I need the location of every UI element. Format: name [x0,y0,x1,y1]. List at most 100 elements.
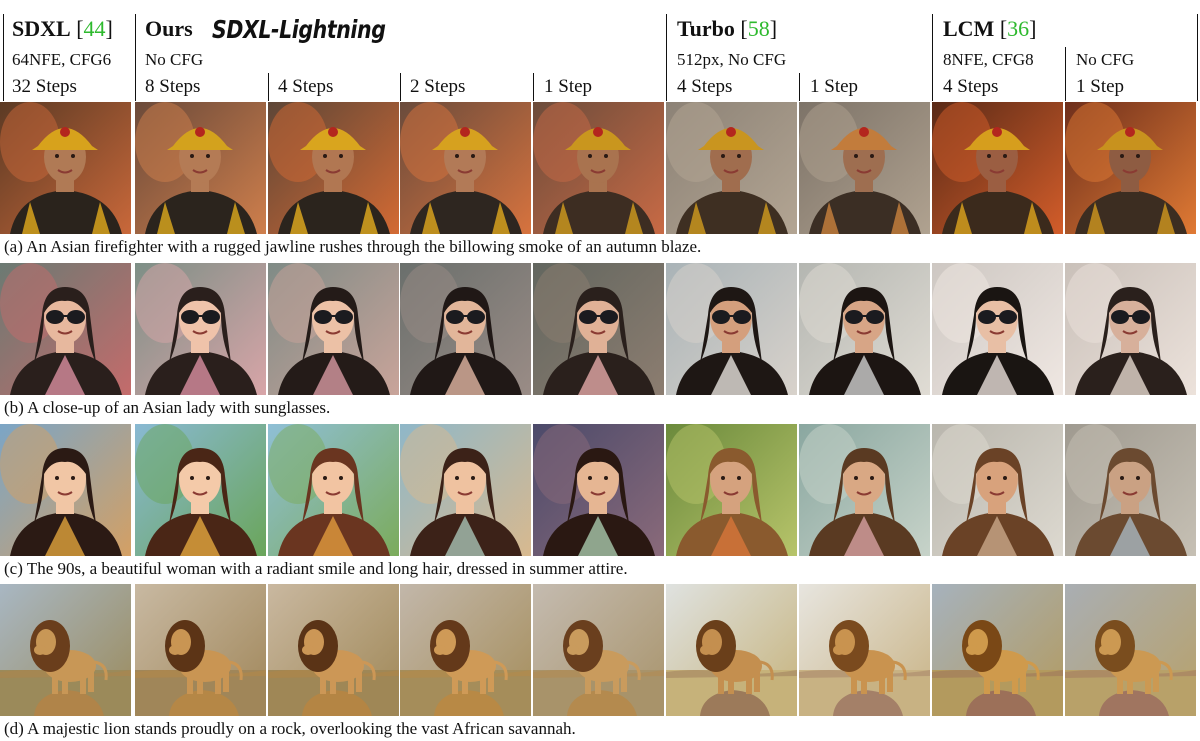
row-caption-b: (b) A close-up of an Asian lady with sun… [4,398,331,417]
step-divider [268,73,270,101]
firefighter-image [268,102,399,234]
lion-image [0,584,131,716]
column-divider [666,14,668,101]
lady-sunglasses-image [0,263,131,395]
lady-sunglasses-image [932,263,1063,395]
column-divider [1197,14,1199,101]
turbo-setting: 512px, No CFG [677,50,787,69]
generated-image [533,424,664,556]
lion-image [666,584,797,716]
generated-image [0,584,131,716]
firefighter-image [533,102,664,234]
lcm-setting-nocfg: No CFG [1076,50,1135,69]
sdxl-citation: 44 [83,16,106,41]
step-divider [400,73,402,101]
lady-sunglasses-image [135,263,266,395]
lcm-citation: 36 [1007,16,1030,41]
generated-image [135,263,266,395]
generated-image [533,263,664,395]
generated-image [533,584,664,716]
row-caption-a: (a) An Asian firefighter with a rugged j… [4,237,702,256]
lcm-steps-4: 4 Steps [943,76,999,97]
ours-steps-4: 4 Steps [278,76,334,97]
woman-90s-image [268,424,399,556]
firefighter-image [932,102,1063,234]
lcm-method-label: LCM [36] [943,16,1037,41]
woman-90s-image [400,424,531,556]
turbo-method-label: Turbo [58] [677,16,778,41]
woman-90s-image [1065,424,1196,556]
column-divider [3,14,5,101]
woman-90s-image [799,424,930,556]
turbo-citation: 58 [747,16,770,41]
woman-90s-image [533,424,664,556]
generated-image [1065,424,1196,556]
column-divider [932,14,934,101]
lion-image [1065,584,1196,716]
lcm-setting-cfg: 8NFE, CFG8 [943,50,1034,69]
generated-image [0,263,131,395]
generated-image [1065,584,1196,716]
firefighter-image [0,102,131,234]
generated-image [400,424,531,556]
generated-image [799,263,930,395]
generated-image [533,102,664,234]
woman-90s-image [0,424,131,556]
generated-image [932,263,1063,395]
generated-image [135,424,266,556]
generated-image [932,102,1063,234]
firefighter-image [799,102,930,234]
lady-sunglasses-image [533,263,664,395]
lion-image [533,584,664,716]
generated-image [268,263,399,395]
step-divider [1065,47,1067,101]
firefighter-image [1065,102,1196,234]
row-caption-c: (c) The 90s, a beautiful woman with a ra… [4,559,628,578]
step-divider [533,73,535,101]
generated-image [799,584,930,716]
lady-sunglasses-image [268,263,399,395]
sdxl-lightning-logo: SDXL-Lightning [212,15,386,44]
row-caption-d: (d) A majestic lion stands proudly on a … [4,719,576,738]
generated-image [268,584,399,716]
generated-image [1065,102,1196,234]
ours-steps-1: 1 Step [544,76,593,97]
generated-image [932,424,1063,556]
ours-steps-8: 8 Steps [145,76,201,97]
generated-image [666,584,797,716]
woman-90s-image [932,424,1063,556]
generated-image [666,424,797,556]
generated-image [268,424,399,556]
lion-image [135,584,266,716]
column-divider [135,14,137,101]
generated-image [0,424,131,556]
sdxl-method-label: SDXL [44] [12,16,113,41]
generated-image [135,102,266,234]
firefighter-image [135,102,266,234]
step-divider [799,73,801,101]
lady-sunglasses-image [666,263,797,395]
generated-image [666,102,797,234]
sdxl-steps: 32 Steps [12,76,77,97]
firefighter-image [400,102,531,234]
lion-image [932,584,1063,716]
lady-sunglasses-image [799,263,930,395]
lion-image [400,584,531,716]
generated-image [799,424,930,556]
lady-sunglasses-image [1065,263,1196,395]
lady-sunglasses-image [400,263,531,395]
generated-image [135,584,266,716]
generated-image [268,102,399,234]
lcm-steps-1: 1 Step [1076,76,1125,97]
lion-image [799,584,930,716]
turbo-steps-1: 1 Step [810,76,859,97]
generated-image [666,263,797,395]
generated-image [932,584,1063,716]
ours-setting: No CFG [145,50,204,69]
generated-image [400,102,531,234]
generated-image [0,102,131,234]
firefighter-image [666,102,797,234]
lion-image [268,584,399,716]
woman-90s-image [135,424,266,556]
ours-steps-2: 2 Steps [410,76,466,97]
